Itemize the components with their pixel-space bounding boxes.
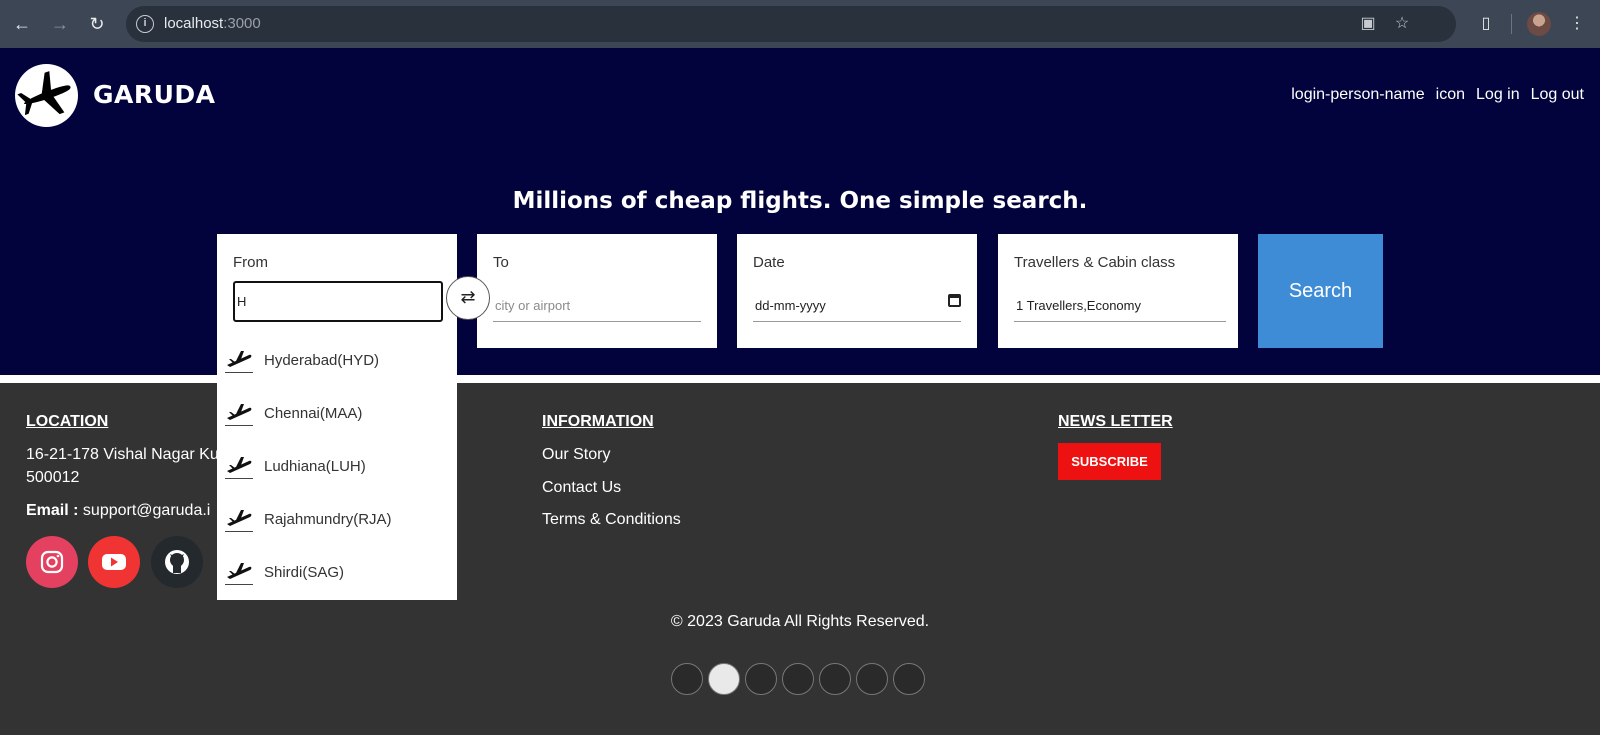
address-bar[interactable]: i localhost:3000 ▣ ☆ bbox=[126, 6, 1456, 42]
swap-icon[interactable]: ⇄ bbox=[446, 276, 490, 320]
from-card: From H bbox=[217, 234, 457, 348]
plane-logo-icon[interactable] bbox=[15, 64, 78, 127]
nav-icon[interactable]: icon bbox=[1436, 86, 1465, 104]
top-nav: login-person-name icon Log in Log out bbox=[1291, 86, 1584, 104]
suggestion-item[interactable]: Shirdi(SAG) bbox=[217, 547, 457, 600]
plane-icon bbox=[225, 506, 253, 532]
nav-log-in[interactable]: Log in bbox=[1476, 86, 1520, 104]
github-icon[interactable] bbox=[151, 536, 203, 588]
info-icon[interactable]: i bbox=[136, 15, 154, 33]
reload-icon[interactable]: ↻ bbox=[85, 12, 109, 36]
payment-icons bbox=[671, 663, 925, 695]
suggestion-item[interactable]: Chennai(MAA) bbox=[217, 388, 457, 441]
date-value: dd-mm-yyyy bbox=[755, 298, 826, 313]
profile-avatar[interactable] bbox=[1527, 12, 1551, 36]
forward-arrow-icon[interactable]: → bbox=[48, 12, 72, 36]
nav-log-out[interactable]: Log out bbox=[1531, 86, 1584, 104]
extensions-icon[interactable]: ▯ bbox=[1474, 12, 1498, 36]
install-icon[interactable]: ▣ bbox=[1358, 14, 1378, 34]
hero-section: GARUDA login-person-name icon Log in Log… bbox=[0, 48, 1600, 375]
payment-icon bbox=[856, 663, 888, 695]
to-card: To city or airport bbox=[477, 234, 717, 348]
to-input[interactable]: city or airport bbox=[493, 292, 701, 322]
newsletter-heading: NEWS LETTER bbox=[1058, 413, 1173, 430]
from-suggestions-dropdown: Hyderabad(HYD) Chennai(MAA) Ludhiana(LUH… bbox=[217, 335, 457, 600]
star-icon[interactable]: ☆ bbox=[1392, 14, 1412, 34]
brand-name: GARUDA bbox=[93, 80, 216, 109]
link-our-story[interactable]: Our Story bbox=[542, 446, 610, 464]
calendar-icon[interactable] bbox=[948, 294, 961, 307]
copyright-text: © 2023 Garuda All Rights Reserved. bbox=[670, 613, 930, 630]
date-card: Date dd-mm-yyyy bbox=[737, 234, 977, 348]
from-label: From bbox=[233, 254, 268, 271]
email-label: Email : bbox=[26, 502, 79, 519]
payment-icon bbox=[782, 663, 814, 695]
date-input[interactable]: dd-mm-yyyy bbox=[753, 292, 961, 322]
browser-toolbar: ← → ↻ i localhost:3000 ▣ ☆ ▯ ⋮ bbox=[0, 0, 1600, 48]
suggestion-name: Shirdi(SAG) bbox=[264, 564, 345, 581]
from-input[interactable]: H bbox=[233, 281, 443, 322]
travellers-card: Travellers & Cabin class 1 Travellers,Ec… bbox=[998, 234, 1238, 348]
email-line: Email : support@garuda.i bbox=[26, 502, 210, 520]
back-arrow-icon[interactable]: ← bbox=[10, 12, 34, 36]
travellers-label: Travellers & Cabin class bbox=[1014, 254, 1176, 271]
plane-icon bbox=[225, 347, 253, 373]
subscribe-button[interactable]: SUBSCRIBE bbox=[1058, 443, 1161, 480]
payment-icon bbox=[745, 663, 777, 695]
to-label: To bbox=[493, 254, 509, 271]
email-value[interactable]: support@garuda.i bbox=[83, 502, 210, 519]
link-terms[interactable]: Terms & Conditions bbox=[542, 511, 681, 529]
date-label: Date bbox=[753, 254, 785, 271]
suggestion-name: Rajahmundry(RJA) bbox=[264, 511, 392, 528]
information-heading: INFORMATION bbox=[542, 413, 654, 430]
plane-icon bbox=[225, 453, 253, 479]
payment-icon bbox=[819, 663, 851, 695]
hero-tagline: Millions of cheap flights. One simple se… bbox=[512, 188, 1088, 214]
instagram-icon[interactable] bbox=[26, 536, 78, 588]
address-line-2: 500012 bbox=[26, 469, 80, 486]
suggestion-item[interactable]: Hyderabad(HYD) bbox=[217, 335, 457, 388]
suggestion-item[interactable]: Ludhiana(LUH) bbox=[217, 441, 457, 494]
youtube-icon[interactable] bbox=[88, 536, 140, 588]
suggestion-name: Chennai(MAA) bbox=[264, 405, 363, 422]
address-line-1: 16-21-178 Vishal Nagar Ku bbox=[26, 446, 219, 463]
nav-login-person-name[interactable]: login-person-name bbox=[1291, 86, 1424, 104]
travellers-input[interactable]: 1 Travellers,Economy bbox=[1014, 292, 1226, 322]
toolbar-divider bbox=[1511, 14, 1512, 34]
suggestion-item[interactable]: Rajahmundry(RJA) bbox=[217, 494, 457, 547]
menu-dots-icon[interactable]: ⋮ bbox=[1565, 12, 1589, 36]
plane-icon bbox=[225, 559, 253, 585]
location-heading: LOCATION bbox=[26, 413, 109, 430]
payment-icon bbox=[893, 663, 925, 695]
plane-icon bbox=[225, 400, 253, 426]
url-text: localhost:3000 bbox=[164, 15, 261, 32]
payment-icon bbox=[671, 663, 703, 695]
link-contact-us[interactable]: Contact Us bbox=[542, 479, 621, 497]
search-button[interactable]: Search bbox=[1258, 234, 1383, 348]
suggestion-name: Hyderabad(HYD) bbox=[264, 352, 380, 369]
suggestion-name: Ludhiana(LUH) bbox=[264, 458, 366, 475]
payment-icon bbox=[708, 663, 740, 695]
